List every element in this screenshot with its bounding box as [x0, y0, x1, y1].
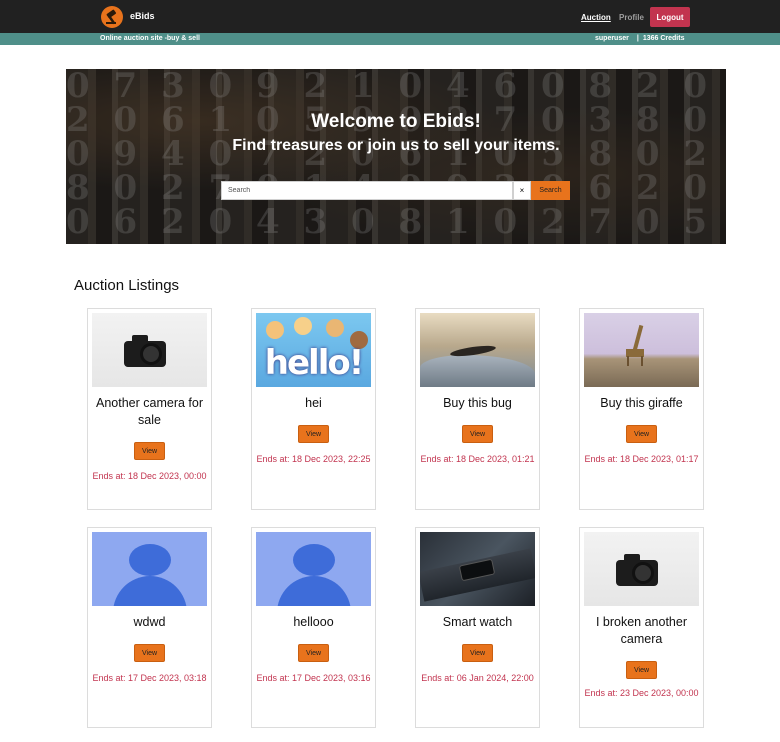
camera-lens-shape: [140, 343, 162, 365]
listing-card[interactable]: wdwd View Ends at: 17 Dec 2023, 03:18: [87, 527, 212, 728]
listing-image-giraffe[interactable]: [584, 313, 699, 387]
listing-card[interactable]: hellooo View Ends at: 17 Dec 2023, 03:16: [251, 527, 376, 728]
listing-end-time: Ends at: 06 Jan 2024, 22:00: [421, 673, 534, 683]
listing-image-placeholder[interactable]: [256, 532, 371, 606]
view-button[interactable]: View: [462, 425, 493, 443]
hero-overlay: [66, 69, 726, 244]
listing-end-time: Ends at: 17 Dec 2023, 03:18: [92, 673, 207, 683]
listing-title[interactable]: wdwd: [92, 614, 207, 631]
separator: |: [636, 35, 639, 42]
kid-figure: [326, 319, 344, 337]
listing-title[interactable]: Smart watch: [420, 614, 535, 631]
listing-card[interactable]: Buy this bug View Ends at: 18 Dec 2023, …: [415, 308, 540, 510]
user-placeholder-icon: [277, 576, 351, 606]
listing-image-camera[interactable]: [584, 532, 699, 606]
listing-image-hello-kids[interactable]: hello!: [256, 313, 371, 387]
hero-subtitle: Find treasures or join us to sell your i…: [232, 137, 560, 154]
user-info: superuser | 1366 Credits: [595, 35, 684, 42]
listing-image-smart-watch[interactable]: [420, 532, 535, 606]
listing-image-bug[interactable]: [420, 313, 535, 387]
view-button[interactable]: View: [626, 425, 657, 443]
view-button[interactable]: View: [462, 644, 493, 662]
user-placeholder-icon: [129, 544, 171, 576]
view-button[interactable]: View: [626, 661, 657, 679]
brand-name[interactable]: eBids: [130, 11, 155, 21]
listing-card[interactable]: Buy this giraffe View Ends at: 18 Dec 20…: [579, 308, 704, 510]
listing-title[interactable]: hei: [256, 395, 371, 412]
view-button[interactable]: View: [134, 442, 165, 460]
listing-title[interactable]: I broken another camera: [584, 614, 699, 648]
nav-auction-link[interactable]: Auction: [581, 13, 611, 22]
listing-title[interactable]: Buy this giraffe: [584, 395, 699, 412]
giraffe-shape: [641, 356, 643, 366]
hello-graphic: hello!: [264, 343, 364, 383]
giraffe-shape: [632, 324, 644, 352]
camera-lens-shape: [632, 562, 654, 584]
info-subbar: Online auction site -buy & sell superuse…: [0, 33, 780, 45]
top-navbar: eBids Auction Profile Logout: [0, 0, 780, 33]
view-button[interactable]: View: [298, 425, 329, 443]
listing-title[interactable]: hellooo: [256, 614, 371, 631]
listing-end-time: Ends at: 18 Dec 2023, 01:21: [420, 454, 535, 464]
listing-image-camera[interactable]: [92, 313, 207, 387]
clear-search-button[interactable]: ×: [513, 181, 531, 200]
listings-heading: Auction Listings: [74, 277, 180, 294]
search-button[interactable]: Search: [531, 181, 570, 200]
rock-shape: [420, 355, 535, 387]
view-button[interactable]: View: [134, 644, 165, 662]
user-placeholder-icon: [293, 544, 335, 576]
tagline: Online auction site -buy & sell: [100, 35, 200, 42]
logout-button[interactable]: Logout: [650, 7, 690, 27]
listing-title[interactable]: Another camera for sale: [92, 395, 207, 429]
credits-balance: 1366 Credits: [642, 35, 685, 42]
listing-image-placeholder[interactable]: [92, 532, 207, 606]
kid-figure: [294, 317, 312, 335]
giraffe-shape: [627, 356, 629, 366]
listing-end-time: Ends at: 18 Dec 2023, 22:25: [256, 454, 371, 464]
gavel-logo-icon[interactable]: [101, 6, 123, 28]
hero-banner: 0 7 3 0 9 2 1 0 4 6 0 8 2 0 3 7 62 0 6 1…: [66, 69, 726, 244]
listing-title[interactable]: Buy this bug: [420, 395, 535, 412]
search-input[interactable]: [221, 181, 513, 200]
username: superuser: [595, 35, 629, 42]
listing-end-time: Ends at: 18 Dec 2023, 01:17: [584, 454, 699, 464]
hero-title: Welcome to Ebids!: [311, 111, 481, 132]
listing-end-time: Ends at: 23 Dec 2023, 00:00: [584, 688, 699, 698]
listing-end-time: Ends at: 18 Dec 2023, 00:00: [92, 471, 207, 481]
kid-figure: [266, 321, 284, 339]
nav-profile-link[interactable]: Profile: [619, 13, 644, 22]
listing-card[interactable]: Smart watch View Ends at: 06 Jan 2024, 2…: [415, 527, 540, 728]
listing-card[interactable]: Another camera for sale View Ends at: 18…: [87, 308, 212, 510]
listing-card[interactable]: I broken another camera View Ends at: 23…: [579, 527, 704, 728]
listing-card[interactable]: hello! hei View Ends at: 18 Dec 2023, 22…: [251, 308, 376, 510]
listing-end-time: Ends at: 17 Dec 2023, 03:16: [256, 673, 371, 683]
user-placeholder-icon: [113, 576, 187, 606]
view-button[interactable]: View: [298, 644, 329, 662]
